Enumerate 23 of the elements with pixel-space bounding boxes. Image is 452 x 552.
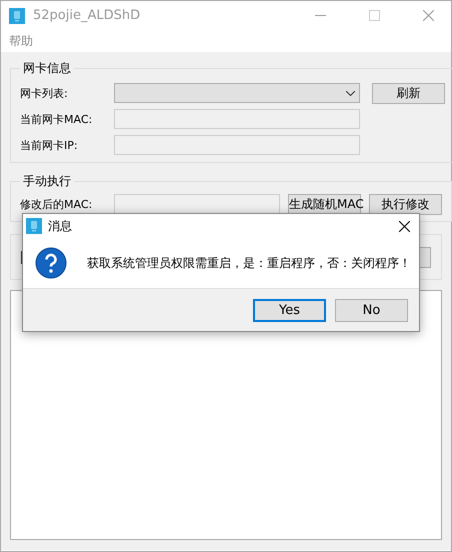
chevron-icon xyxy=(346,90,355,96)
window-title: 52pojie_ALDShD xyxy=(33,8,142,23)
app-icon xyxy=(26,218,42,234)
dialog-button[interactable]: Yes xyxy=(253,298,326,322)
mac-field[interactable] xyxy=(114,109,360,129)
field-label: 网卡列表: xyxy=(20,86,69,100)
adapter-dropdown[interactable] xyxy=(114,83,360,103)
dialog-title: 消息 xyxy=(48,218,73,234)
question-icon xyxy=(35,247,67,279)
group-title: 手动执行 xyxy=(22,173,72,190)
app-icon xyxy=(9,8,25,24)
dialog-button[interactable]: No xyxy=(335,298,408,322)
field-label: 修改后的MAC: xyxy=(20,196,94,212)
field-label: 当前网卡IP: xyxy=(20,138,79,152)
menu-item[interactable]: 帮助 xyxy=(9,32,33,50)
refresh-button[interactable]: 刷新 xyxy=(372,82,445,104)
mac-field[interactable] xyxy=(114,194,280,214)
random-mac-button[interactable]: 生成随机MAC xyxy=(288,194,361,214)
field-label: 当前网卡MAC: xyxy=(20,112,94,126)
dialog-message: 获取系统管理员权限需重启，是：重启程序，否：关闭程序！ xyxy=(87,254,411,272)
apply-button[interactable]: 执行修改 xyxy=(369,194,442,214)
group-title: 网卡信息 xyxy=(22,60,72,77)
ip-field[interactable] xyxy=(114,135,360,155)
